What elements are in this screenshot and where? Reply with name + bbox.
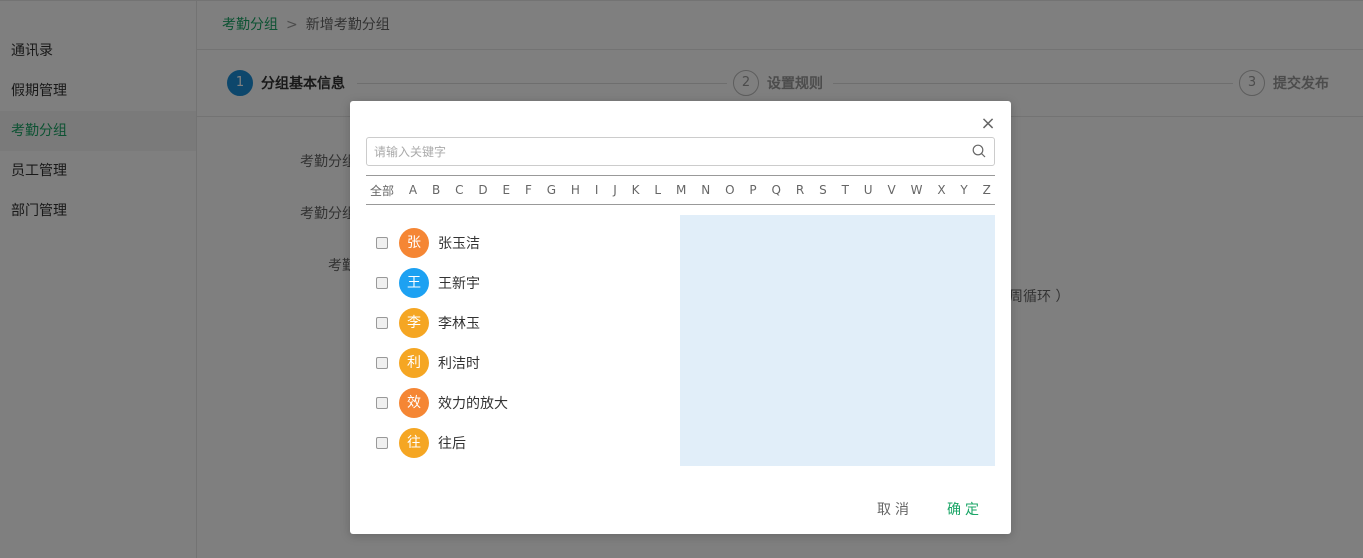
user-checkbox[interactable]	[376, 237, 388, 249]
alpha-filter-f[interactable]: F	[525, 183, 532, 197]
user-avatar: 张	[399, 228, 429, 258]
user-name: 李林玉	[438, 316, 480, 332]
user-row[interactable]: 往往后	[366, 423, 666, 463]
close-icon[interactable]: ×	[979, 115, 997, 133]
user-checkbox[interactable]	[376, 437, 388, 449]
alpha-filter-e[interactable]: E	[502, 183, 510, 197]
alpha-filter-d[interactable]: D	[478, 183, 487, 197]
user-row[interactable]: 利利洁时	[366, 343, 666, 383]
alpha-filter-z[interactable]: Z	[983, 183, 991, 197]
alpha-filter-j[interactable]: J	[613, 183, 617, 197]
alpha-filter-g[interactable]: G	[547, 183, 556, 197]
user-name: 利洁时	[438, 356, 480, 372]
user-row[interactable]: 效效力的放大	[366, 383, 666, 423]
user-name: 张玉洁	[438, 236, 480, 252]
alpha-filter-r[interactable]: R	[796, 183, 804, 197]
alpha-filter-l[interactable]: L	[654, 183, 661, 197]
alpha-filter-x[interactable]: X	[937, 183, 945, 197]
alpha-filter-w[interactable]: W	[911, 183, 923, 197]
search-input[interactable]	[367, 138, 957, 165]
alphabet-filter: 全部 A B C D E F G H I J K L M N O P Q R S T U V W X Y Z	[366, 175, 995, 205]
user-row[interactable]: 王王新宇	[366, 263, 666, 303]
alpha-filter-h[interactable]: H	[571, 183, 580, 197]
alpha-filter-n[interactable]: N	[701, 183, 710, 197]
alpha-filter-a[interactable]: A	[409, 183, 417, 197]
alpha-filter-i[interactable]: I	[595, 183, 599, 197]
alpha-filter-s[interactable]: S	[819, 183, 827, 197]
user-avatar: 李	[399, 308, 429, 338]
alpha-filter-t[interactable]: T	[842, 183, 849, 197]
search-box	[366, 137, 995, 166]
user-checkbox[interactable]	[376, 317, 388, 329]
selected-members-panel	[680, 215, 995, 466]
user-checkbox[interactable]	[376, 397, 388, 409]
alpha-filter-all[interactable]: 全部	[370, 182, 394, 199]
cancel-button[interactable]: 取消	[877, 499, 913, 519]
user-name: 效力的放大	[438, 396, 508, 412]
user-avatar: 效	[399, 388, 429, 418]
user-row[interactable]: 张张玉洁	[366, 223, 666, 263]
user-avatar: 往	[399, 428, 429, 458]
alpha-filter-o[interactable]: O	[725, 183, 734, 197]
user-avatar: 王	[399, 268, 429, 298]
user-name: 王新宇	[438, 276, 480, 292]
user-name: 往后	[438, 436, 466, 452]
select-members-dialog: × 全部ABCDEFGHIJKLMNOPQRSTUVWXYZ 张张玉洁王王新宇李…	[350, 101, 1011, 534]
alpha-filter-m[interactable]: M	[676, 183, 686, 197]
alpha-filter-k[interactable]: K	[632, 183, 640, 197]
user-avatar: 利	[399, 348, 429, 378]
confirm-button[interactable]: 确定	[947, 499, 983, 519]
alpha-filter-q[interactable]: Q	[772, 183, 781, 197]
search-icon[interactable]	[972, 144, 986, 158]
user-checkbox[interactable]	[376, 357, 388, 369]
alpha-filter-v[interactable]: V	[887, 183, 895, 197]
alpha-filter-p[interactable]: P	[749, 183, 756, 197]
user-list: 张张玉洁王王新宇李李林玉利利洁时效效力的放大往往后	[366, 223, 666, 463]
alpha-filter-c[interactable]: C	[455, 183, 463, 197]
alpha-filter-b[interactable]: B	[432, 183, 440, 197]
alpha-filter-u[interactable]: U	[864, 183, 873, 197]
user-checkbox[interactable]	[376, 277, 388, 289]
user-row[interactable]: 李李林玉	[366, 303, 666, 343]
alpha-filter-y[interactable]: Y	[960, 183, 967, 197]
